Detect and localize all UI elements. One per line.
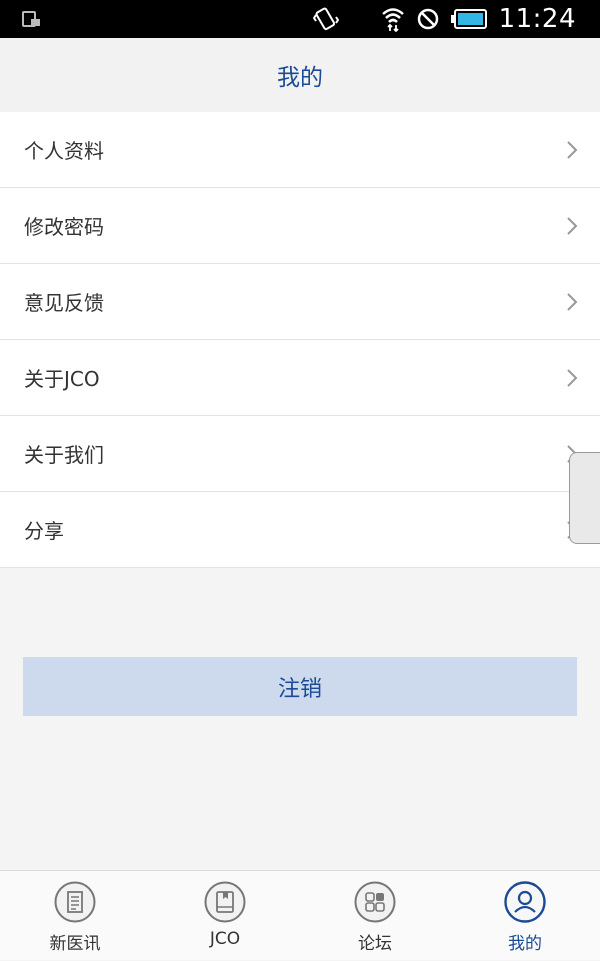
- tab-forum[interactable]: 论坛: [300, 871, 450, 961]
- notification-icon: [22, 10, 42, 28]
- status-bar: 11:24: [0, 0, 600, 38]
- vibrate-icon: [312, 6, 339, 32]
- book-icon: [204, 881, 246, 923]
- menu-item-about-jco[interactable]: 关于JCO: [0, 340, 600, 416]
- battery-icon: [450, 9, 487, 29]
- tab-label: 我的: [508, 934, 542, 954]
- menu-item-label: 关于我们: [24, 443, 104, 467]
- logout-button[interactable]: 注销: [23, 657, 577, 716]
- user-profile-icon: [504, 881, 546, 923]
- menu-item-share[interactable]: 分享: [0, 492, 600, 568]
- chevron-right-icon: [567, 216, 578, 235]
- clock: 11:24: [498, 4, 576, 34]
- tab-label: 新医讯: [49, 934, 101, 954]
- menu-item-change-password[interactable]: 修改密码: [0, 188, 600, 264]
- page-header: 我的: [0, 38, 600, 112]
- news-icon: [54, 881, 96, 923]
- grid-apps-icon: [354, 881, 396, 923]
- tab-news[interactable]: 新医讯: [0, 871, 150, 961]
- menu-item-label: 个人资料: [24, 139, 104, 163]
- tab-label: 论坛: [358, 934, 392, 954]
- logout-label: 注销: [277, 676, 322, 702]
- tab-label: JCO: [209, 929, 241, 949]
- page-title: 我的: [277, 65, 323, 91]
- bottom-nav: 新医讯 JCO 论坛 我的: [0, 870, 600, 960]
- settings-menu: 个人资料 修改密码 意见反馈 关于JCO 关于我们 分享: [0, 112, 600, 568]
- menu-item-label: 分享: [24, 519, 64, 543]
- chevron-right-icon: [567, 368, 578, 387]
- menu-item-label: 关于JCO: [24, 367, 100, 391]
- menu-item-profile[interactable]: 个人资料: [0, 112, 600, 188]
- chevron-right-icon: [567, 140, 578, 159]
- menu-item-about-us[interactable]: 关于我们: [0, 416, 600, 492]
- tab-jco[interactable]: JCO: [150, 871, 300, 961]
- floating-edge-handle[interactable]: [569, 452, 600, 544]
- menu-item-label: 修改密码: [24, 215, 104, 239]
- tab-mine[interactable]: 我的: [450, 871, 600, 961]
- no-signal-icon: [417, 8, 439, 30]
- wifi-icon: [381, 6, 405, 32]
- menu-item-feedback[interactable]: 意见反馈: [0, 264, 600, 340]
- menu-item-label: 意见反馈: [24, 291, 104, 315]
- chevron-right-icon: [567, 292, 578, 311]
